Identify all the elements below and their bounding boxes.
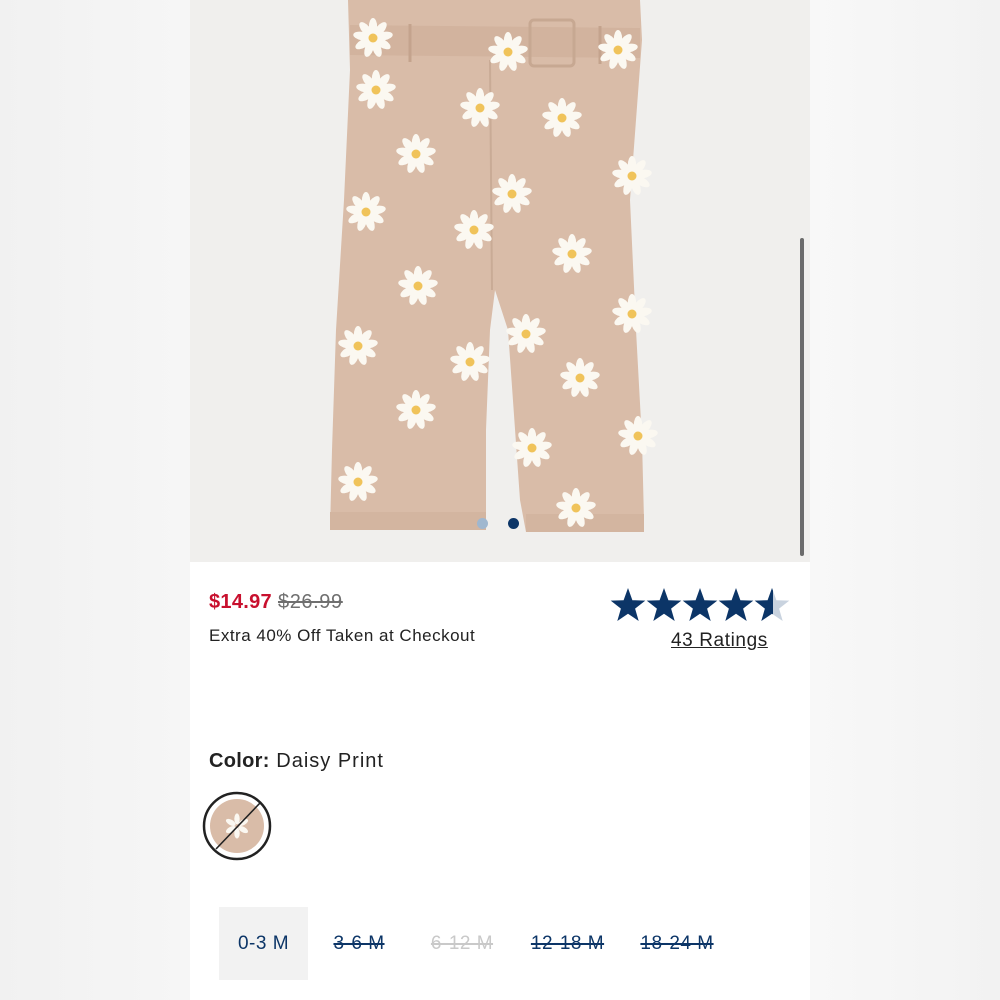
size-6-12m[interactable]: 6-12 M: [410, 907, 514, 980]
color-value: Daisy Print: [276, 750, 384, 772]
product-page: $14.97 $26.99 Extra 40% Off Taken at Chec…: [190, 0, 810, 1000]
size-label: 6-12 M: [430, 933, 494, 954]
size-label: 18-24 M: [640, 933, 714, 954]
carousel-dot-2-active[interactable]: [508, 518, 519, 529]
size-3-6m[interactable]: 3-6 M: [308, 907, 410, 980]
color-label: Color:: [209, 750, 270, 772]
size-selector: 0-3 M 3-6 M 6-12 M 12-18 M 18-24 M: [219, 907, 779, 980]
stars-icon: [610, 588, 790, 621]
promo-text: Extra 40% Off Taken at Checkout: [209, 626, 476, 645]
ratings-link[interactable]: 43 Ratings: [671, 630, 768, 652]
size-label: 12-18 M: [530, 933, 605, 954]
original-price: $26.99: [277, 591, 343, 613]
size-label: 0-3 M: [237, 933, 290, 954]
price-row: $14.97 $26.99: [209, 591, 343, 614]
star-rating[interactable]: [610, 585, 790, 629]
background-left: [0, 0, 190, 1000]
size-label: 3-6 M: [333, 933, 385, 954]
background-right: [810, 0, 1000, 1000]
size-12-18m[interactable]: 12-18 M: [514, 907, 621, 980]
size-0-3m[interactable]: 0-3 M: [219, 907, 308, 980]
sale-price: $14.97: [209, 591, 272, 613]
scrollbar[interactable]: [800, 238, 804, 556]
product-image[interactable]: [190, 0, 810, 562]
color-swatch-daisy-print[interactable]: [202, 791, 272, 861]
carousel-dot-1[interactable]: [477, 518, 488, 529]
size-18-24m[interactable]: 18-24 M: [621, 907, 733, 980]
color-label-row: Color: Daisy Print: [209, 750, 384, 773]
